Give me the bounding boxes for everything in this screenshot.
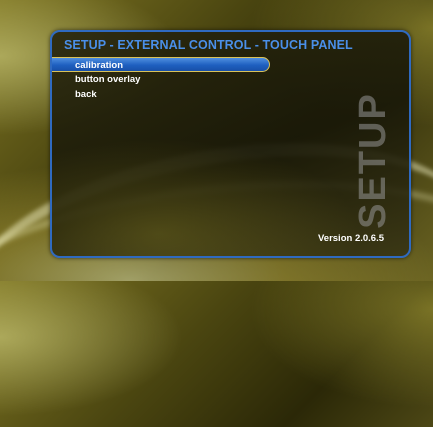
- menu-item-calibration[interactable]: calibration: [52, 57, 270, 72]
- setup-watermark-text: SETUP: [351, 91, 394, 229]
- setup-watermark: SETUP: [352, 90, 394, 230]
- page-title: SETUP - EXTERNAL CONTROL - TOUCH PANEL: [64, 38, 353, 52]
- version-label: Version 2.0.6.5: [317, 233, 384, 244]
- menu-item-button-overlay[interactable]: button overlay: [52, 72, 409, 87]
- setup-panel: SETUP - EXTERNAL CONTROL - TOUCH PANEL c…: [50, 30, 411, 258]
